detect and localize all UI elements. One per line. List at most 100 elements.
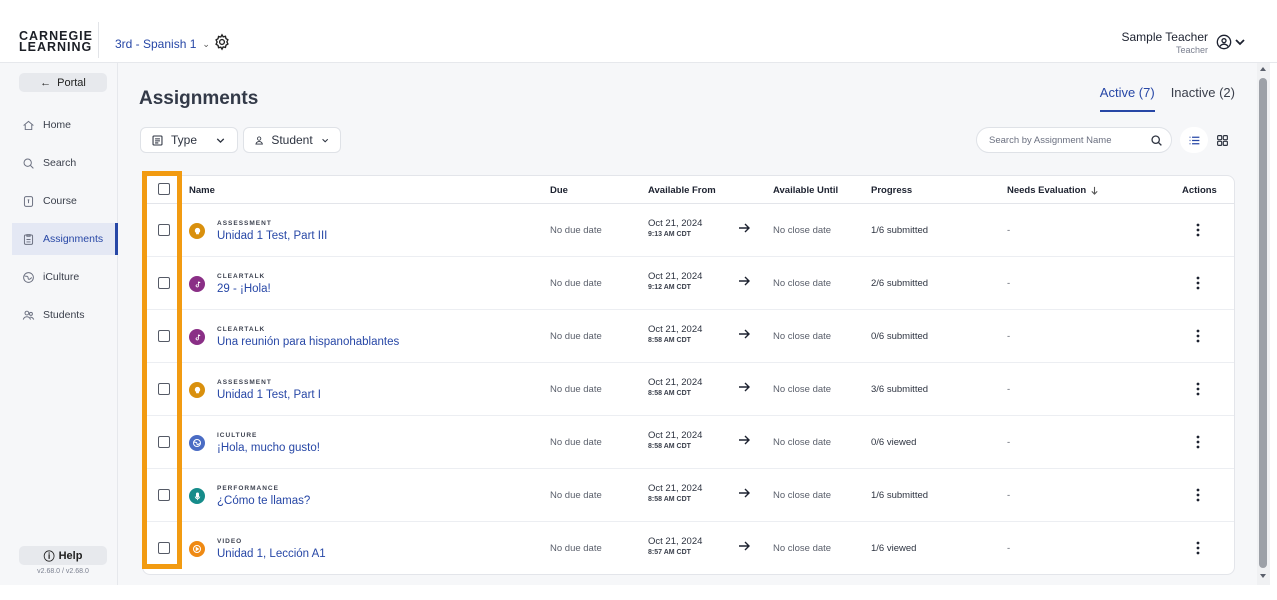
- help-button[interactable]: ⓘ Help: [19, 546, 107, 565]
- due-date: No due date: [550, 384, 602, 395]
- home-icon: [23, 120, 34, 130]
- select-all-checkbox[interactable]: [158, 183, 170, 195]
- progress-status: 1/6 viewed: [871, 543, 917, 554]
- arrow-right-icon: [739, 329, 750, 339]
- assignment-type: CLEARTALK: [217, 326, 266, 333]
- header-divider: [98, 22, 99, 58]
- grid-view-button[interactable]: [1208, 127, 1236, 153]
- view-toggle: [1180, 127, 1236, 153]
- more-actions-icon[interactable]: [1194, 488, 1202, 502]
- chevron-down-icon[interactable]: [1235, 38, 1245, 46]
- assignment-name-link[interactable]: Una reunión para hispanohablantes: [217, 336, 399, 348]
- sidebar-item-assignments[interactable]: Assignments: [12, 223, 118, 255]
- scrollbar-thumb[interactable]: [1259, 78, 1267, 568]
- more-actions-icon[interactable]: [1194, 382, 1202, 396]
- assignment-type: VIDEO: [217, 538, 243, 545]
- row-checkbox[interactable]: [158, 383, 170, 395]
- logo-line-2: LEARNING: [19, 40, 93, 54]
- column-header-due[interactable]: Due: [550, 185, 568, 196]
- tab-inactive[interactable]: Inactive (2): [1171, 83, 1235, 112]
- carnegie-learning-logo[interactable]: CARNEGIE LEARNING: [19, 30, 93, 54]
- arrow-right-icon: [739, 541, 750, 551]
- more-actions-icon[interactable]: [1194, 329, 1202, 343]
- arrow-right-icon: [739, 488, 750, 498]
- available-from-date: Oct 21, 2024: [648, 324, 703, 335]
- due-date: No due date: [550, 437, 602, 448]
- portal-button-label: Portal: [57, 76, 86, 89]
- progress-status: 2/6 submitted: [871, 278, 929, 289]
- column-header-progress[interactable]: Progress: [871, 185, 912, 196]
- user-info[interactable]: Sample Teacher Teacher: [1122, 30, 1209, 55]
- row-checkbox[interactable]: [158, 489, 170, 501]
- available-from-date: Oct 21, 2024: [648, 218, 703, 229]
- available-from-date: Oct 21, 2024: [648, 536, 703, 547]
- user-name: Sample Teacher: [1121, 30, 1209, 44]
- student-filter[interactable]: Student: [243, 127, 341, 153]
- portal-button[interactable]: ← Portal: [19, 73, 107, 92]
- needs-evaluation: -: [1007, 437, 1011, 448]
- table-row: ICULTURE ¡Hola, mucho gusto! No due date…: [143, 416, 1234, 469]
- column-header-actions: Actions: [1182, 185, 1217, 196]
- arrow-right-icon: [739, 382, 750, 392]
- search-input[interactable]: [989, 134, 1150, 146]
- tab-active[interactable]: Active (7): [1099, 83, 1155, 112]
- sidebar-item-course[interactable]: Course: [12, 185, 118, 217]
- sidebar-item-search[interactable]: Search: [12, 147, 118, 179]
- sidebar-item-home[interactable]: Home: [12, 109, 118, 141]
- column-header-needs-evaluation[interactable]: Needs Evaluation: [1007, 185, 1099, 196]
- progress-status: 1/6 submitted: [871, 490, 929, 501]
- grid-icon: [1216, 134, 1228, 146]
- assignment-type: ICULTURE: [217, 432, 258, 439]
- due-date: No due date: [550, 331, 602, 342]
- assignment-name-link[interactable]: ¡Hola, mucho gusto!: [217, 442, 320, 454]
- more-actions-icon[interactable]: [1194, 541, 1202, 555]
- list-view-button[interactable]: [1180, 127, 1208, 153]
- row-checkbox[interactable]: [158, 330, 170, 342]
- iculture-icon: [189, 435, 205, 451]
- sidebar-item-label: Assignments: [43, 233, 104, 245]
- search-icon[interactable]: [1150, 134, 1163, 147]
- available-from-time: 8:57 AM CDT: [648, 549, 691, 556]
- arrow-left-icon: ←: [40, 76, 52, 89]
- row-checkbox[interactable]: [158, 542, 170, 554]
- gear-icon[interactable]: [213, 33, 231, 51]
- available-from-time: 9:13 AM CDT: [648, 231, 691, 238]
- assignment-name-link[interactable]: Unidad 1 Test, Part III: [217, 230, 327, 242]
- assignment-name-link[interactable]: 29 - ¡Hola!: [217, 283, 271, 295]
- assignment-name-link[interactable]: Unidad 1, Lección A1: [217, 548, 326, 560]
- sidebar-item-label: Course: [43, 195, 77, 207]
- bottom-strip: [0, 585, 1277, 600]
- scroll-up-arrow-icon[interactable]: [1259, 65, 1267, 73]
- column-header-available-from[interactable]: Available From: [648, 185, 716, 196]
- user-account-icon[interactable]: [1216, 34, 1232, 50]
- main-content: Assignments Active (7) Inactive (2) Type…: [118, 63, 1257, 585]
- scroll-down-arrow-icon[interactable]: [1259, 572, 1267, 580]
- column-header-available-until[interactable]: Available Until: [773, 185, 838, 196]
- assignment-type: ASSESSMENT: [217, 220, 272, 227]
- more-actions-icon[interactable]: [1194, 435, 1202, 449]
- assignment-name-link[interactable]: ¿Cómo te llamas?: [217, 495, 310, 507]
- sidebar-item-iculture[interactable]: iCulture: [12, 261, 118, 293]
- table-row: VIDEO Unidad 1, Lección A1 No due date O…: [143, 522, 1234, 575]
- type-filter-label: Type: [171, 133, 198, 147]
- column-header-name[interactable]: Name: [189, 185, 215, 196]
- assignments-icon: [23, 233, 34, 245]
- row-checkbox[interactable]: [158, 277, 170, 289]
- needs-evaluation: -: [1007, 384, 1011, 395]
- row-checkbox[interactable]: [158, 436, 170, 448]
- page-title: Assignments: [139, 88, 259, 109]
- sidebar-item-students[interactable]: Students: [12, 299, 118, 331]
- progress-status: 3/6 submitted: [871, 384, 929, 395]
- available-until: No close date: [773, 437, 832, 448]
- course-selector[interactable]: 3rd - Spanish 1 ⌄: [115, 37, 210, 51]
- available-from-time: 8:58 AM CDT: [648, 390, 691, 397]
- assignment-name-link[interactable]: Unidad 1 Test, Part I: [217, 389, 321, 401]
- document-icon: [152, 135, 163, 145]
- sidebar-item-label: Search: [43, 157, 77, 169]
- row-checkbox[interactable]: [158, 224, 170, 236]
- type-filter[interactable]: Type: [140, 127, 238, 153]
- needs-evaluation: -: [1007, 278, 1011, 289]
- iculture-icon: [23, 271, 34, 283]
- more-actions-icon[interactable]: [1194, 276, 1202, 290]
- more-actions-icon[interactable]: [1194, 223, 1202, 237]
